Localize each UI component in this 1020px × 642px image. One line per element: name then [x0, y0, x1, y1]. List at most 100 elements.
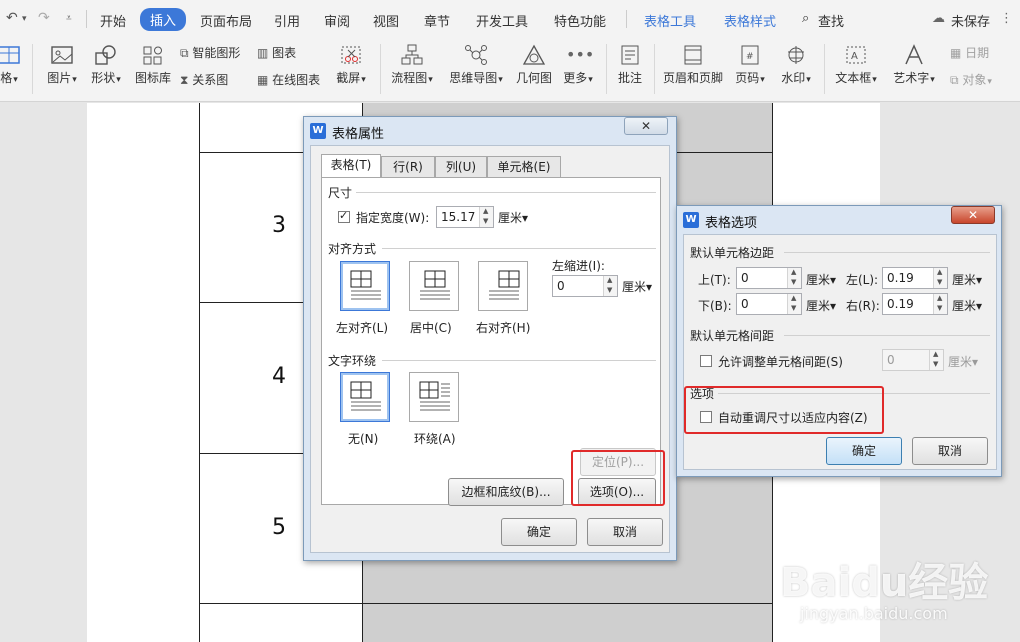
cancel-button[interactable]: 取消 [587, 518, 663, 546]
watermark-icon [788, 46, 804, 64]
customize-toolbar-icon[interactable]: ⩡ [66, 13, 72, 24]
menu-references[interactable]: 引用 [274, 11, 300, 30]
relation-chart-button[interactable]: ⧗ 关系图 [180, 71, 228, 88]
indent-unit-select[interactable]: 厘米▾ [622, 278, 652, 295]
menu-page-layout[interactable]: 页面布局 [200, 11, 252, 30]
cancel-button[interactable]: 取消 [912, 437, 988, 465]
left-unit-select[interactable]: 厘米▾ [952, 271, 982, 288]
menu-insert[interactable]: 插入 [140, 8, 187, 31]
picture-button[interactable]: 图片▾ [42, 44, 82, 86]
watermark-button[interactable]: 水印▾ [778, 44, 814, 86]
table-row-line [199, 603, 773, 604]
comment-button[interactable]: 批注 [614, 44, 646, 86]
right-margin-stepper[interactable]: 0.19 [882, 293, 948, 315]
top-margin-stepper[interactable]: 0 [736, 267, 802, 289]
search-label[interactable]: 查找 [818, 11, 844, 30]
chart-button[interactable]: ▥ 图表 [257, 44, 296, 61]
close-button[interactable]: ✕ [951, 206, 995, 224]
smart-art-icon: ⧉ [180, 46, 189, 60]
more-button[interactable]: ••• 更多▾ [560, 44, 596, 86]
wrap-none-option[interactable] [340, 372, 390, 422]
left-indent-stepper[interactable]: 0 [552, 275, 618, 297]
align-right-option[interactable] [478, 261, 528, 311]
smart-art-button[interactable]: ⧉ 智能图形 [180, 44, 240, 61]
menu-view[interactable]: 视图 [373, 11, 399, 30]
align-center-label: 居中(C) [410, 321, 452, 335]
top-unit-select[interactable]: 厘米▾ [806, 271, 836, 288]
bottom-unit-select[interactable]: 厘米▾ [806, 297, 836, 314]
width-unit-select[interactable]: 厘米▾ [498, 209, 528, 226]
icon-library-button[interactable]: 图标库 [134, 44, 172, 86]
mindmap-button[interactable]: 思维导图▾ [446, 44, 506, 86]
ribbon-insert: 格▾ 图片▾ 形状▾ 图标库 ⧉ 智能图形 ⧗ 关系图 ▥ 图表 ▦ 在线图表 … [0, 38, 1020, 102]
table-cell-number[interactable]: 4 [272, 364, 286, 389]
stepper-arrows-icon[interactable] [929, 350, 943, 370]
ok-button[interactable]: 确定 [826, 437, 902, 465]
stepper-arrows-icon[interactable] [787, 268, 801, 288]
stepper-arrows-icon[interactable] [933, 294, 947, 314]
undo-icon[interactable]: ↶ [6, 10, 18, 26]
table-cell-number[interactable]: 5 [272, 515, 286, 540]
tab-row[interactable]: 行(R) [381, 156, 435, 178]
menu-table-style[interactable]: 表格样式 [724, 11, 776, 30]
more-options-icon[interactable]: ⋮ [1000, 11, 1013, 26]
table-options-dialog: W 表格选项 ✕ 默认单元格边距 上(T): 0 厘米▾ 左(L): 0.19 … [676, 205, 1002, 477]
left-margin-value: 0.19 [887, 271, 914, 285]
bottom-margin-stepper[interactable]: 0 [736, 293, 802, 315]
table-cell-number[interactable]: 3 [272, 213, 286, 238]
page-number-button[interactable]: # 页码▾ [732, 44, 768, 86]
online-chart-button[interactable]: ▦ 在线图表 [257, 71, 320, 88]
geometry-button[interactable]: 几何图 [514, 44, 554, 86]
unsaved-label[interactable]: 未保存 [951, 11, 990, 30]
top-margin-value: 0 [741, 271, 749, 285]
borders-shading-button[interactable]: 边框和底纹(B)... [448, 478, 564, 506]
header-footer-button[interactable]: 页眉和页脚 [660, 44, 726, 86]
textbox-icon: A [846, 46, 866, 64]
default-margins-label: 默认单元格边距 [690, 246, 775, 260]
align-left-option[interactable] [340, 261, 390, 311]
allow-spacing-checkbox[interactable] [700, 355, 712, 367]
menu-chapter[interactable]: 章节 [424, 11, 450, 30]
tab-cell[interactable]: 单元格(E) [487, 156, 561, 178]
baidu-watermark: Baidu经验 [780, 560, 989, 606]
search-icon[interactable]: ⌕ [802, 11, 809, 26]
align-center-icon [420, 270, 450, 300]
table-button[interactable]: 格▾ [0, 44, 22, 86]
align-center-option[interactable] [409, 261, 459, 311]
undo-dropdown-icon[interactable]: ▾ [22, 14, 27, 24]
redo-icon[interactable]: ↷ [38, 10, 50, 26]
menu-developer[interactable]: 开发工具 [476, 11, 528, 30]
right-unit-select[interactable]: 厘米▾ [952, 297, 982, 314]
stepper-arrows-icon[interactable] [603, 276, 617, 296]
stepper-arrows-icon[interactable] [787, 294, 801, 314]
spacing-stepper[interactable]: 0 [882, 349, 944, 371]
tab-table[interactable]: 表格(T) [321, 154, 381, 178]
art-text-button[interactable]: 艺术字▾ [890, 44, 938, 86]
textbox-button[interactable]: A 文本框▾ [832, 44, 880, 86]
menu-special[interactable]: 特色功能 [554, 11, 606, 30]
flowchart-button[interactable]: 流程图▾ [390, 44, 434, 86]
cloud-icon: ☁ [932, 11, 945, 26]
left-margin-stepper[interactable]: 0.19 [882, 267, 948, 289]
specify-width-checkbox[interactable] [338, 209, 350, 223]
tab-column[interactable]: 列(U) [435, 156, 487, 178]
screenshot-button[interactable]: 截屏▾ [332, 44, 370, 86]
stepper-arrows-icon[interactable] [479, 207, 493, 227]
spacing-unit-select[interactable]: 厘米▾ [948, 353, 978, 370]
width-stepper[interactable]: 15.17 [436, 206, 494, 228]
close-button[interactable]: ✕ [624, 117, 668, 135]
date-button[interactable]: ▦ 日期 [950, 44, 989, 61]
size-section-label: 尺寸 [328, 186, 353, 200]
ok-button[interactable]: 确定 [501, 518, 577, 546]
close-icon: ✕ [640, 119, 652, 133]
left-indent-value: 0 [557, 279, 565, 293]
shape-button[interactable]: 形状▾ [88, 44, 124, 86]
menu-table-tools[interactable]: 表格工具 [644, 11, 696, 30]
relation-chart-icon: ⧗ [180, 73, 189, 87]
baidu-watermark-url: jingyan.baidu.com [800, 604, 948, 623]
menu-home[interactable]: 开始 [100, 11, 126, 30]
menu-review[interactable]: 审阅 [324, 11, 350, 30]
stepper-arrows-icon[interactable] [933, 268, 947, 288]
object-button[interactable]: ⧉ 对象▾ [950, 71, 992, 88]
wrap-around-option[interactable] [409, 372, 459, 422]
